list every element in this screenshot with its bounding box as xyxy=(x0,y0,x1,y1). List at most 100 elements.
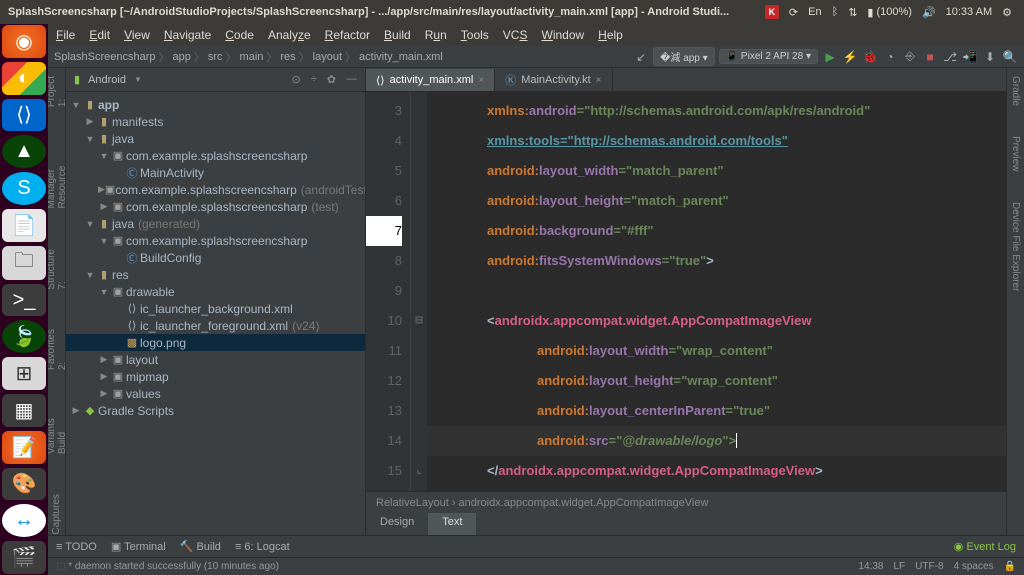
event-log[interactable]: ◉ Event Log xyxy=(954,540,1016,553)
network-icon[interactable]: ⇅ xyxy=(848,6,857,19)
tree-gradle[interactable]: ▶◆Gradle Scripts xyxy=(66,402,365,419)
tree-java-gen[interactable]: ▼▮java(generated) xyxy=(66,215,365,232)
project-header[interactable]: ▮Android▼ ⊙ ÷ ✿ — xyxy=(66,68,365,92)
profile-icon[interactable]: ◔ xyxy=(882,49,898,65)
vscode-icon[interactable]: ⟨⟩ xyxy=(2,99,46,132)
files-icon[interactable]: 🗀 xyxy=(2,246,46,280)
crumb[interactable]: main xyxy=(240,51,264,63)
tree-pkg-test[interactable]: ▶▣com.example.splashscreencsharp(test) xyxy=(66,198,365,215)
tree-mipmap[interactable]: ▶▣mipmap xyxy=(66,368,365,385)
search-icon[interactable]: 🔍 xyxy=(1002,49,1018,65)
hide-icon[interactable]: — xyxy=(346,73,357,86)
tool-devexplorer[interactable]: Device File Explorer xyxy=(1010,202,1021,291)
sync-icon[interactable]: ↙ xyxy=(633,49,649,65)
tree-logo[interactable]: ▩logo.png xyxy=(66,334,365,351)
tree-mainactivity[interactable]: ⒸMainActivity xyxy=(66,164,365,181)
tool-fav[interactable]: 2: Favorites xyxy=(48,329,68,370)
gimp-icon[interactable]: 🎨 xyxy=(2,468,46,501)
lang-indicator[interactable]: En xyxy=(808,6,821,18)
settings-icon[interactable]: ⚙ xyxy=(1002,6,1012,19)
run-config[interactable]: �減 app ▾ xyxy=(653,47,715,66)
encoding[interactable]: UTF-8 xyxy=(915,561,943,572)
calc-icon[interactable]: ⊞ xyxy=(2,357,46,390)
tree-app[interactable]: ▼▮app xyxy=(66,96,365,113)
tool-terminal[interactable]: ▣ Terminal xyxy=(111,540,166,553)
tool-build[interactable]: 🔨 Build xyxy=(180,540,221,553)
document-icon[interactable]: 📄 xyxy=(2,209,46,242)
tool-todo[interactable]: ≡ TODO xyxy=(56,541,97,553)
close-icon[interactable]: × xyxy=(596,75,602,86)
app-icon[interactable]: ▦ xyxy=(2,394,46,427)
tab-mainactivity[interactable]: ⓀMainActivity.kt× xyxy=(495,69,612,91)
tree-ic-fg[interactable]: ⟨⟩ic_launcher_foreground.xml(v24) xyxy=(66,317,365,334)
tab-activity-main[interactable]: ⟨⟩activity_main.xml× xyxy=(366,69,495,91)
tool-gradle[interactable]: Gradle xyxy=(1010,76,1021,106)
tree-pkg-gen[interactable]: ▼▣com.example.splashscreencsharp xyxy=(66,232,365,249)
attach-icon[interactable]: ⎆ xyxy=(902,49,918,65)
vcs-icon[interactable]: ⎇ xyxy=(942,49,958,65)
close-icon[interactable]: × xyxy=(478,75,484,86)
tool-preview[interactable]: Preview xyxy=(1010,136,1021,172)
run-button[interactable]: ▶ xyxy=(822,49,838,65)
tree-manifests[interactable]: ▶▮manifests xyxy=(66,113,365,130)
android-studio-icon[interactable]: ▲ xyxy=(2,135,46,168)
crumb[interactable]: layout xyxy=(313,51,342,63)
media-icon[interactable]: 🎬 xyxy=(2,541,46,574)
tree-buildconfig[interactable]: ⒸBuildConfig xyxy=(66,249,365,266)
tool-project[interactable]: 1: Project xyxy=(48,76,68,107)
line-ending[interactable]: LF xyxy=(894,561,906,572)
caret-pos[interactable]: 14:38 xyxy=(858,561,883,572)
tree-java[interactable]: ▼▮java xyxy=(66,130,365,147)
collapse-icon[interactable]: ÷ xyxy=(311,73,317,86)
crumb[interactable]: app xyxy=(173,51,191,63)
volume-icon[interactable]: 🔊 xyxy=(922,6,936,19)
tree-layout[interactable]: ▶▣layout xyxy=(66,351,365,368)
tool-variants[interactable]: Build Variants xyxy=(48,410,68,454)
tool-captures[interactable]: Captures xyxy=(51,494,62,535)
crumb[interactable]: src xyxy=(208,51,223,63)
tree-values[interactable]: ▶▣values xyxy=(66,385,365,402)
text-tab[interactable]: Text xyxy=(428,513,476,535)
chrome-icon[interactable]: ◐ xyxy=(2,62,46,95)
menu-navigate[interactable]: Navigate xyxy=(164,28,211,42)
dash-icon[interactable]: ◉ xyxy=(2,25,46,58)
design-tab[interactable]: Design xyxy=(366,513,428,535)
stop-button[interactable]: ■ xyxy=(922,49,938,65)
terminal-icon[interactable]: >_ xyxy=(2,284,46,317)
tree-res[interactable]: ▼▮res xyxy=(66,266,365,283)
menu-window[interactable]: Window xyxy=(541,28,584,42)
menu-help[interactable]: Help xyxy=(598,28,623,42)
menu-analyze[interactable]: Analyze xyxy=(268,28,311,42)
bluetooth-icon[interactable]: ᛒ xyxy=(832,6,839,18)
tree-drawable[interactable]: ▼▣drawable xyxy=(66,283,365,300)
menu-edit[interactable]: Edit xyxy=(89,28,110,42)
menu-view[interactable]: View xyxy=(124,28,150,42)
menu-file[interactable]: File xyxy=(56,28,75,42)
gear-icon[interactable]: ✿ xyxy=(327,73,336,86)
teamviewer-icon[interactable]: ↔ xyxy=(2,504,46,537)
tree-ic-bg[interactable]: ⟨⟩ic_launcher_background.xml xyxy=(66,300,365,317)
libreoffice-icon[interactable]: 📝 xyxy=(2,431,46,464)
tool-resman[interactable]: Resource Manager xyxy=(48,147,68,209)
indent[interactable]: 4 spaces xyxy=(954,561,994,572)
skype-icon[interactable]: S xyxy=(2,172,46,205)
device-select[interactable]: 📱 Pixel 2 API 28 ▾ xyxy=(719,49,818,64)
menu-refactor[interactable]: Refactor xyxy=(325,28,370,42)
menu-code[interactable]: Code xyxy=(225,28,254,42)
clock[interactable]: 10:33 AM xyxy=(946,6,992,18)
code-editor[interactable]: 345678910111213141516 ⊟⌞ xmlns:android="… xyxy=(366,92,1006,491)
tool-structure[interactable]: 7: Structure xyxy=(48,249,68,290)
crumb[interactable]: res xyxy=(280,51,295,63)
tree-pkg-main[interactable]: ▼▣com.example.splashscreencsharp xyxy=(66,147,365,164)
debug-icon[interactable]: 🐞 xyxy=(862,49,878,65)
lock-icon[interactable]: 🔒 xyxy=(1004,561,1016,572)
avd-icon[interactable]: 📲 xyxy=(962,49,978,65)
tool-logcat[interactable]: ≡ 6: Logcat xyxy=(235,541,290,553)
apply-changes-icon[interactable]: ⚡ xyxy=(842,49,858,65)
select-opened-icon[interactable]: ⊙ xyxy=(292,73,301,86)
tree-pkg-androidtest[interactable]: ▶▣com.example.splashscreencsharp(android… xyxy=(66,181,365,198)
sdk-icon[interactable]: ⬇ xyxy=(982,49,998,65)
crumb[interactable]: activity_main.xml xyxy=(359,51,443,63)
menu-build[interactable]: Build xyxy=(384,28,411,42)
battery-icon[interactable]: ▮(100%) xyxy=(867,6,912,19)
